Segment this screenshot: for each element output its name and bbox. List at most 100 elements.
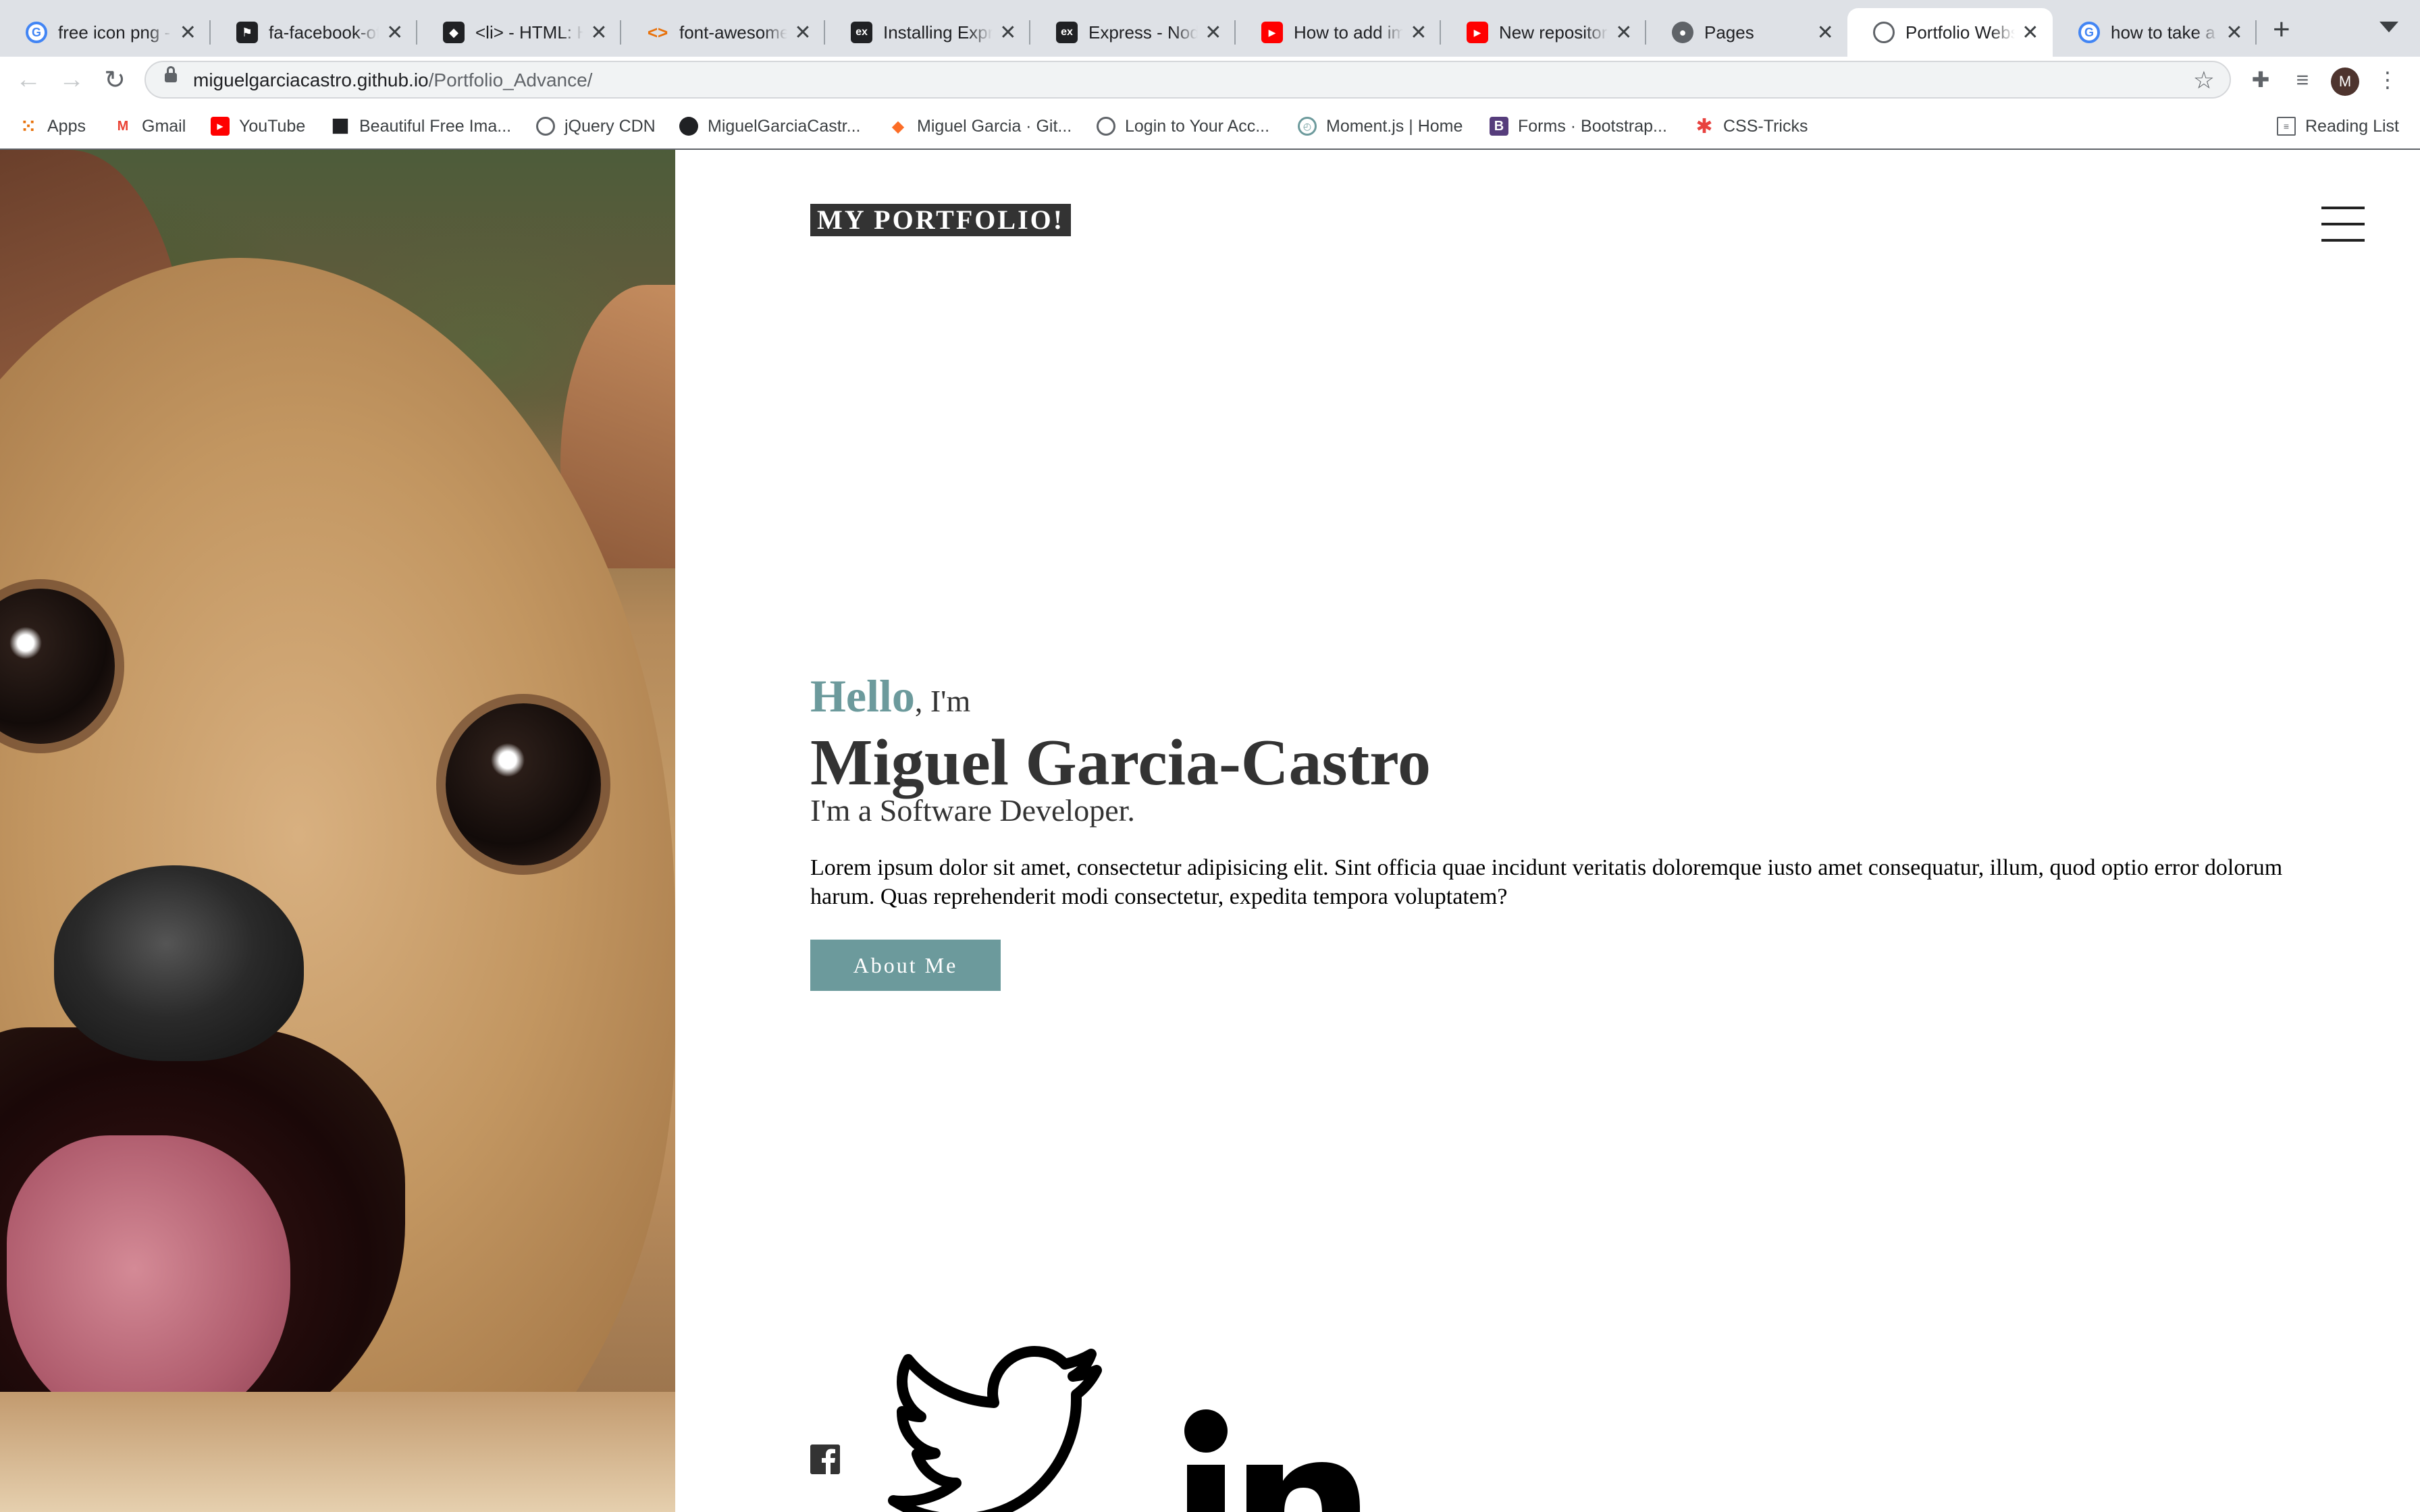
back-arrow-icon[interactable]: ← <box>11 62 46 97</box>
tab-pages[interactable]: ● Pages ✕ <box>1646 8 1847 57</box>
bookmark-gitlab[interactable]: ◆ Miguel Garcia · Git... <box>889 113 1072 139</box>
forward-arrow-icon[interactable]: → <box>54 62 89 97</box>
tab-free-icon-png[interactable]: G free icon png - ✕ <box>0 8 211 57</box>
reading-list[interactable]: ≡ Reading List <box>2277 113 2399 139</box>
tab-label: fa-facebook-of <box>269 22 379 43</box>
greeting: Hello, I'm <box>810 670 970 723</box>
tab-label: Pages <box>1704 22 1754 43</box>
main-content: MY PORTFOLIO! Hello, I'm Miguel Garcia-C… <box>675 150 2420 1512</box>
url-text[interactable]: miguelgarciacastro.github.io/Portfolio_A… <box>193 70 592 91</box>
kebab-menu-icon[interactable]: ⋮ <box>2373 65 2402 94</box>
close-icon[interactable]: ✕ <box>590 21 608 45</box>
bookmark-label: MiguelGarciaCastr... <box>708 116 861 136</box>
intro-paragraph: Lorem ipsum dolor sit amet, consectetur … <box>810 855 2283 909</box>
tab-label: New repository <box>1499 22 1608 43</box>
linkedin-icon[interactable] <box>1184 1408 1360 1512</box>
close-icon[interactable]: ✕ <box>1410 21 1427 45</box>
tab-label: free icon png - <box>58 22 171 43</box>
greeting-im: , I'm <box>914 684 971 718</box>
bookmark-momentjs[interactable]: ◴ Moment.js | Home <box>1298 113 1463 139</box>
bookmark-youtube[interactable]: ▶ YouTube <box>211 113 305 139</box>
bookmark-label: YouTube <box>239 116 306 136</box>
site-brand[interactable]: MY PORTFOLIO! <box>810 204 1072 236</box>
bookmark-unsplash[interactable]: Beautiful Free Ima... <box>331 113 511 139</box>
extensions-puzzle-icon[interactable]: ✚ <box>2246 65 2276 94</box>
unsplash-icon <box>332 118 348 134</box>
google-icon: G <box>26 22 47 43</box>
youtube-icon: ▶ <box>211 117 230 136</box>
photo-detail <box>7 1135 290 1432</box>
avatar[interactable]: M <box>2331 68 2359 96</box>
page-viewport: MY PORTFOLIO! Hello, I'm Miguel Garcia-C… <box>0 150 2420 1512</box>
browser-toolbar: ← → ↻ miguelgarciacastro.github.io/Portf… <box>0 57 2420 103</box>
close-icon[interactable]: ✕ <box>179 21 197 45</box>
tab-label: How to add ima <box>1294 22 1403 43</box>
bookmark-apps[interactable]: ⁙ Apps <box>19 113 86 139</box>
tab-font-awesome[interactable]: <> font-awesome ✕ <box>621 8 825 57</box>
gitlab-icon: ◆ <box>891 117 905 136</box>
bookmark-star-icon[interactable]: ☆ <box>2193 66 2215 94</box>
youtube-icon: ▶ <box>1467 22 1488 43</box>
url-host: miguelgarciacastro.github.io <box>193 70 429 90</box>
close-icon[interactable]: ✕ <box>386 21 404 45</box>
apps-grid-icon: ⁙ <box>21 115 36 136</box>
tab-installing-express[interactable]: ex Installing Expre ✕ <box>825 8 1030 57</box>
express-icon: ex <box>1056 22 1078 43</box>
flag-icon: ⚑ <box>236 22 258 43</box>
tab-mdn-li[interactable]: ◆ <li> - HTML: H ✕ <box>417 8 621 57</box>
express-icon: ex <box>851 22 872 43</box>
tab-label: <li> - HTML: H <box>475 22 583 43</box>
bookmark-gmail[interactable]: M Gmail <box>113 113 186 139</box>
bootstrap-icon: B <box>1490 117 1508 136</box>
bookmark-label: Login to Your Acc... <box>1125 116 1270 136</box>
new-tab-button[interactable]: + <box>2273 15 2290 45</box>
bookmark-label: Moment.js | Home <box>1326 116 1463 136</box>
youtube-icon: ▶ <box>1261 22 1283 43</box>
tab-label: Installing Expre <box>883 22 993 43</box>
address-bar[interactable]: miguelgarciacastro.github.io/Portfolio_A… <box>144 61 2231 99</box>
bookmark-label: Apps <box>47 116 86 136</box>
tab-separator <box>2255 20 2257 45</box>
tab-how-to-add-image[interactable]: ▶ How to add ima ✕ <box>1236 8 1441 57</box>
tab-search-chevron-icon[interactable] <box>2379 22 2398 32</box>
bookmark-bootstrap[interactable]: B Forms · Bootstrap... <box>1490 113 1667 139</box>
close-icon[interactable]: ✕ <box>2226 21 2243 45</box>
close-icon[interactable]: ✕ <box>1816 21 1834 45</box>
tab-portfolio-website[interactable]: Portfolio Websi ✕ <box>1847 8 2053 57</box>
about-me-button[interactable]: About Me <box>810 940 1001 991</box>
bookmark-label: CSS-Tricks <box>1723 116 1808 136</box>
reload-icon[interactable]: ↻ <box>97 62 132 97</box>
twitter-icon[interactable] <box>864 1345 1107 1512</box>
tab-express-node[interactable]: ex Express - Node ✕ <box>1030 8 1236 57</box>
close-icon[interactable]: ✕ <box>999 21 1017 45</box>
tab-label: font-awesome <box>679 22 787 43</box>
tab-label: Portfolio Websi <box>1905 22 2015 43</box>
bookmark-css-tricks[interactable]: ✱ CSS-Tricks <box>1695 113 1808 139</box>
close-icon[interactable]: ✕ <box>1205 21 1222 45</box>
reading-list-label: Reading List <box>2305 116 2399 136</box>
tab-fa-facebook[interactable]: ⚑ fa-facebook-of ✕ <box>211 8 417 57</box>
page-subtitle: I'm a Software Developer. <box>810 793 1135 828</box>
hamburger-menu-icon[interactable] <box>2321 207 2365 243</box>
bookmark-jquery-cdn[interactable]: jQuery CDN <box>536 113 656 139</box>
bookmark-github[interactable]: MiguelGarciaCastr... <box>679 113 860 139</box>
close-icon[interactable]: ✕ <box>2022 21 2039 45</box>
globe-icon <box>536 117 555 136</box>
tab-new-repository[interactable]: ▶ New repository ✕ <box>1441 8 1646 57</box>
github-icon: ● <box>1672 22 1693 43</box>
lock-icon <box>165 66 177 82</box>
close-icon[interactable]: ✕ <box>794 21 812 45</box>
bookmark-login[interactable]: Login to Your Acc... <box>1097 113 1269 139</box>
photo-detail <box>0 1392 675 1512</box>
close-icon[interactable]: ✕ <box>1615 21 1633 45</box>
facebook-icon[interactable] <box>810 1444 840 1474</box>
media-control-icon[interactable]: ≡ <box>2288 65 2317 94</box>
tab-how-to-take-screenshot[interactable]: G how to take a s ✕ <box>2053 8 2257 57</box>
hero-photo-chihuahua <box>0 150 675 1512</box>
bookmark-label: Miguel Garcia · Git... <box>917 116 1072 136</box>
mdn-icon: ◆ <box>443 22 465 43</box>
clock-icon: ◴ <box>1298 117 1317 136</box>
tab-label: how to take a s <box>2111 22 2219 43</box>
greeting-hello: Hello <box>810 670 915 722</box>
page-title: Miguel Garcia-Castro <box>810 726 1431 799</box>
